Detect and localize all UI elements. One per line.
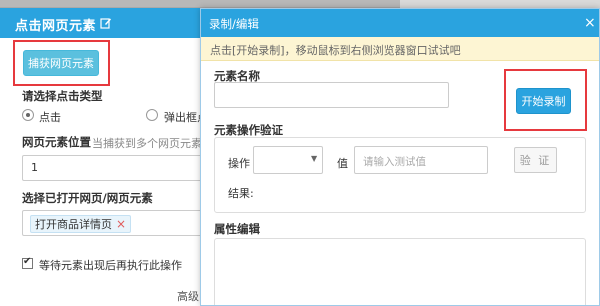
radio-click[interactable] xyxy=(22,109,34,121)
panel-header: 点击网页元素 xyxy=(0,8,211,38)
edit-icon[interactable] xyxy=(100,17,112,29)
wait-element-checkbox[interactable] xyxy=(22,256,33,269)
open-page-tag: 打开商品详情页 × xyxy=(30,215,132,233)
attribute-edit-area[interactable] xyxy=(214,238,586,305)
remove-tag-icon[interactable]: × xyxy=(116,217,126,231)
attribute-edit-label: 属性编辑 xyxy=(214,222,260,236)
click-type-label: 请选择点击类型 xyxy=(22,89,103,103)
panel-title: 点击网页元素 xyxy=(15,19,97,34)
verify-section-label: 元素操作验证 xyxy=(214,123,283,137)
verify-button[interactable]: 验 证 xyxy=(514,147,557,173)
dialog-header: 录制/编辑 × xyxy=(201,9,599,37)
element-name-input[interactable] xyxy=(214,82,449,108)
result-label: 结果: xyxy=(228,187,254,200)
click-element-panel: 点击网页元素 捕获网页元素 请选择点击类型 点击 弹出框点 网页元素位置 当捕获… xyxy=(0,8,212,306)
test-value-input[interactable]: 请输入测试值 xyxy=(354,146,488,174)
advanced-toggle[interactable]: 高级 xyxy=(177,288,199,304)
element-position-label: 网页元素位置 xyxy=(22,135,91,149)
radio-click-label: 点击 xyxy=(39,111,61,124)
tip-text: 点击[开始录制]，移动鼠标到右侧浏览器窗口试试吧 xyxy=(210,44,461,57)
close-icon[interactable]: × xyxy=(584,15,596,31)
chevron-down-icon: ▼ xyxy=(311,154,318,163)
open-page-tag-label: 打开商品详情页 xyxy=(35,218,112,231)
radio-popup[interactable] xyxy=(146,109,158,121)
element-position-hint: 当捕获到多个网页元素时, xyxy=(92,137,212,150)
host-window-strip xyxy=(0,0,600,8)
operation-label: 操作 xyxy=(228,157,250,170)
wait-element-label: 等待元素出现后再执行此操作 xyxy=(39,259,182,272)
dialog-title: 录制/编辑 xyxy=(209,17,259,31)
element-position-input[interactable]: 1 xyxy=(22,155,204,181)
record-edit-dialog: 录制/编辑 × 点击[开始录制]，移动鼠标到右侧浏览器窗口试试吧 元素名称 开始… xyxy=(200,8,600,306)
start-record-button[interactable]: 开始录制 xyxy=(516,88,571,114)
capture-element-button[interactable]: 捕获网页元素 xyxy=(23,50,99,76)
open-page-label: 选择已打开网页/网页元素 xyxy=(22,191,153,205)
host-window-strip-right xyxy=(400,0,600,8)
value-label: 值 xyxy=(337,157,348,170)
